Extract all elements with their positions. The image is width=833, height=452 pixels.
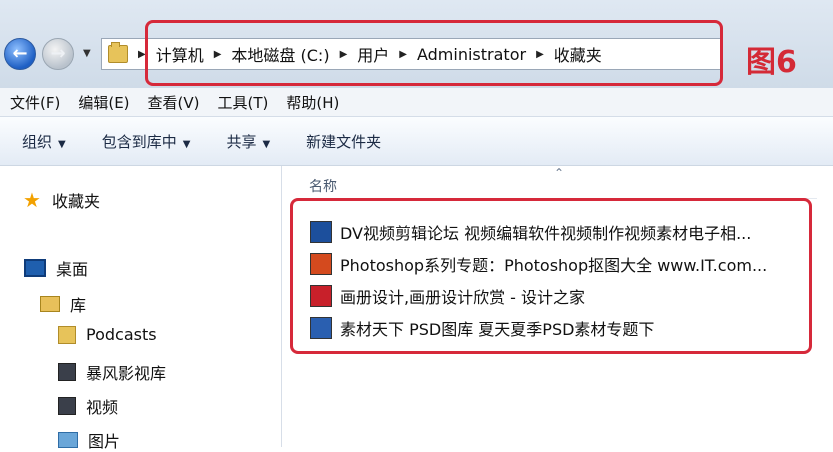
recent-pages-dropdown-icon[interactable]: ▼: [83, 48, 91, 59]
nav-label: Podcasts: [86, 325, 157, 344]
nav-item-storm-library[interactable]: 暴风影视库: [58, 360, 166, 384]
nav-label: 收藏夹: [52, 192, 101, 211]
figure-label: 图6: [746, 45, 797, 80]
nav-item-desktop[interactable]: 桌面: [24, 256, 88, 280]
star-icon: ★: [23, 188, 41, 212]
file-list: ⌃ 名称 DV视频剪辑论坛 视频编辑软件视频制作视频素材电子相... Photo…: [282, 166, 833, 447]
chevron-down-icon: ▼: [58, 138, 66, 150]
organize-button[interactable]: 组织 ▼: [22, 131, 66, 152]
folder-icon: [108, 42, 128, 63]
media-library-icon: [58, 363, 76, 381]
nav-item-podcasts[interactable]: Podcasts: [58, 325, 157, 344]
command-bar: 组织 ▼ 包含到库中 ▼ 共享 ▼ 新建文件夹: [0, 117, 833, 166]
nav-item-videos[interactable]: 视频: [58, 394, 118, 418]
desktop-icon: [24, 259, 46, 277]
chevron-down-icon: ▼: [182, 138, 191, 150]
forward-button[interactable]: →: [42, 38, 74, 70]
nav-label: 库: [70, 296, 87, 315]
back-button[interactable]: ←: [4, 38, 36, 70]
menu-bar: 文件(F) 编辑(E) 查看(V) 工具(T) 帮助(H): [0, 88, 833, 117]
arrow-right-icon: →: [50, 43, 66, 64]
sort-ascending-icon: ⌃: [554, 166, 565, 180]
arrow-left-icon: ←: [12, 43, 28, 64]
highlight-box-favorites: [290, 198, 812, 354]
folder-icon: [58, 325, 76, 344]
film-icon: [58, 397, 76, 415]
nav-item-favorites[interactable]: ★ 收藏夹: [22, 188, 100, 212]
title-bar: ← → ▼ ▶ 计算机 ▶ 本地磁盘 (C:) ▶ 用户 ▶ Administr…: [0, 0, 833, 89]
share-button[interactable]: 共享 ▼: [226, 131, 270, 152]
include-library-label: 包含到库中: [101, 132, 177, 151]
column-header-name[interactable]: 名称: [309, 176, 337, 196]
picture-icon: [58, 432, 78, 448]
menu-file[interactable]: 文件(F): [10, 92, 60, 113]
library-icon: [40, 296, 60, 312]
nav-label: 图片: [88, 432, 121, 451]
nav-label: 暴风影视库: [86, 364, 167, 383]
highlight-box-address: [145, 20, 723, 86]
include-in-library-button[interactable]: 包含到库中 ▼: [102, 131, 191, 152]
navigation-pane: ★ 收藏夹 桌面 库 Podcasts 暴风影视库 视频 图片: [0, 166, 282, 451]
new-folder-button[interactable]: 新建文件夹: [306, 131, 381, 152]
share-label: 共享: [226, 132, 257, 151]
menu-edit[interactable]: 编辑(E): [78, 92, 129, 113]
menu-tools[interactable]: 工具(T): [218, 92, 269, 113]
menu-help[interactable]: 帮助(H): [286, 92, 339, 113]
nav-label: 视频: [86, 398, 119, 417]
nav-item-libraries[interactable]: 库: [40, 292, 86, 316]
nav-item-pictures[interactable]: 图片: [58, 428, 120, 452]
organize-label: 组织: [22, 132, 53, 151]
chevron-down-icon: ▼: [262, 138, 271, 150]
nav-label: 桌面: [56, 260, 89, 279]
menu-view[interactable]: 查看(V): [148, 92, 200, 113]
